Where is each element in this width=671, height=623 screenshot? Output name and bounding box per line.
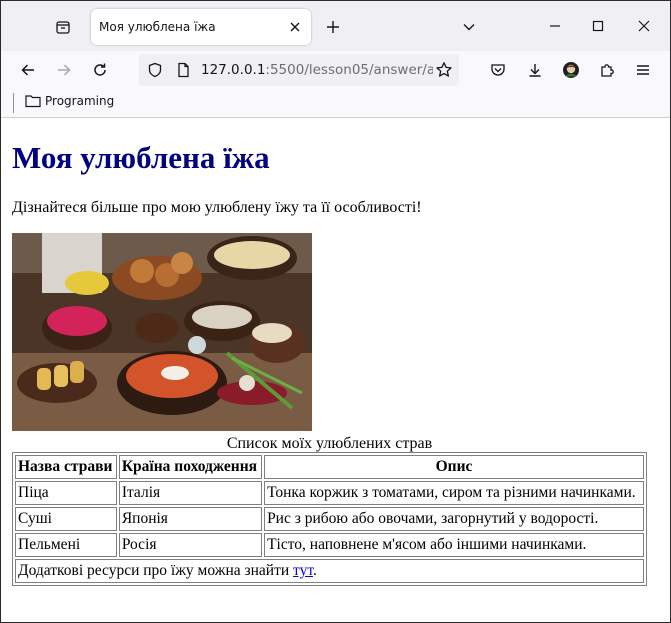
tab-title: Моя улюблена їжа [99,20,216,34]
url-text[interactable]: 127.0.0.1:5500/lesson05/answer/answ [201,62,433,78]
resources-link[interactable]: тут [293,562,313,579]
download-icon [529,64,541,77]
star-icon [436,62,452,77]
header-dish-name: Назва страви [15,455,117,479]
account-button[interactable] [560,59,582,81]
bookmark-star-button[interactable] [435,61,453,83]
shield-icon[interactable] [147,62,163,82]
folder-icon [25,95,41,108]
tab-strip: Моя улюблена їжа [1,1,670,51]
cell-country: Японія [118,507,263,531]
cell-country: Італія [118,481,263,505]
hamburger-icon [637,65,649,75]
extensions-button[interactable] [596,59,618,81]
menu-button[interactable] [632,59,654,81]
close-icon [638,20,650,32]
page-content: Моя улюблена їжа Дізнайтеся більше про м… [1,118,670,622]
downloads-button[interactable] [524,59,546,81]
table-row: Суші Японія Рис з рибою або овочами, заг… [15,507,644,531]
reload-button[interactable] [89,59,111,81]
cell-description: Рис з рибою або овочами, загорнутий у во… [264,507,644,531]
url-path: :5500/lesson05/answer/answ [265,62,433,78]
close-icon [290,22,300,32]
bookmarks-separator [13,93,14,113]
arrow-left-icon [21,64,34,76]
new-tab-button[interactable] [323,17,343,37]
cell-dish: Суші [15,507,117,531]
list-all-tabs-button[interactable] [459,17,479,37]
back-button[interactable] [17,59,39,81]
table-row: Піца Італія Тонка коржик з томатами, сир… [15,481,644,505]
forward-button[interactable] [53,59,75,81]
url-host: 127.0.0.1 [201,62,266,78]
cell-dish: Піца [15,481,117,505]
favorite-dishes-table: Назва страви Країна походження Опис Піца… [12,452,647,586]
cell-country: Росія [118,533,263,557]
navigation-toolbar: 127.0.0.1:5500/lesson05/answer/answ [1,51,670,89]
active-tab[interactable]: Моя улюблена їжа [91,9,311,45]
header-description: Опис [264,455,644,479]
resources-end: . [312,562,317,579]
address-bar[interactable]: 127.0.0.1:5500/lesson05/answer/answ [139,54,459,86]
maximize-button[interactable] [586,14,610,38]
header-country: Країна походження [118,455,263,479]
table-row: Пельмені Росія Тісто, наповнене м'ясом а… [15,533,644,557]
cell-description: Тісто, наповнене м'ясом або іншими начин… [264,533,644,557]
table-caption: Список моїх улюблених страв [226,435,433,452]
tab-close-button[interactable] [287,19,303,35]
table-footer-row: Додаткові ресурси про їжу можна знайти т… [15,559,644,583]
page-info-icon[interactable] [175,62,191,82]
window-close-button[interactable] [632,14,656,38]
chevron-down-icon [463,24,475,31]
resources-text: Додаткові ресурси про їжу можна знайти [18,562,294,579]
pocket-icon [491,64,505,76]
tab-list-icon [56,21,70,34]
reload-icon [94,63,106,76]
puzzle-icon [601,64,614,77]
page-title: Моя улюблена їжа [12,140,270,175]
minimize-button[interactable] [543,14,567,38]
bookmark-label: Programing [45,94,115,108]
table-header-row: Назва страви Країна походження Опис [15,455,644,479]
maximize-icon [592,20,604,32]
arrow-right-icon [58,64,71,76]
plus-icon [327,21,339,33]
cell-dish: Пельмені [15,533,117,557]
browser-window: Моя улюблена їжа 127.0.0.1:5500/lesson05… [0,0,671,623]
bookmarks-toolbar: Programing [1,89,670,118]
pocket-button[interactable] [487,59,509,81]
avatar-icon [563,62,579,78]
resources-cell: Додаткові ресурси про їжу можна знайти т… [15,559,644,583]
minimize-icon [550,25,560,27]
cell-description: Тонка коржик з томатами, сиром та різним… [264,481,644,505]
tab-list-button[interactable] [52,17,74,37]
bookmark-folder-programing[interactable]: Programing [25,94,114,108]
food-image [12,233,312,431]
intro-text: Дізнайтеся більше про мою улюблену їжу т… [12,199,422,216]
